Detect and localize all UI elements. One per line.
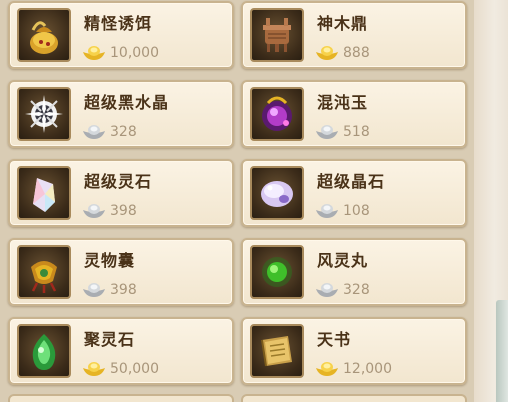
item-name: 灵物囊	[84, 251, 136, 270]
shop-item-card-partial[interactable]	[8, 394, 234, 402]
shop-item-card[interactable]: 超级晶石 108	[241, 159, 467, 227]
shop-item-card[interactable]: 神木鼎 888	[241, 1, 467, 69]
item-price: 398	[82, 280, 137, 300]
shop-item-card[interactable]: 超级灵石 398	[8, 159, 234, 227]
black-crystal-icon	[17, 87, 71, 141]
bait-pouch-icon	[17, 8, 71, 62]
wind-pill-icon	[250, 245, 304, 299]
item-price: 10,000	[82, 43, 159, 63]
item-name: 超级黑水晶	[84, 93, 170, 112]
item-name: 精怪诱饵	[84, 14, 153, 33]
spirit-bag-icon	[17, 245, 71, 299]
item-name: 神木鼎	[317, 14, 369, 33]
silver-ingot-icon	[315, 282, 339, 298]
bronze-cauldron-icon	[250, 8, 304, 62]
shop-item-card[interactable]: 超级黑水晶 328	[8, 80, 234, 148]
item-name: 风灵丸	[317, 251, 369, 270]
gold-ingot-icon	[82, 45, 106, 61]
item-price: 888	[315, 43, 370, 63]
item-price: 518	[315, 122, 370, 142]
shop-item-card[interactable]: 精怪诱饵 10,000	[8, 1, 234, 69]
shop-item-card[interactable]: 风灵丸 328	[241, 238, 467, 306]
gold-ingot-icon	[315, 45, 339, 61]
item-price: 12,000	[315, 359, 392, 379]
crystal-stone-icon	[250, 166, 304, 220]
item-name: 混沌玉	[317, 93, 369, 112]
shop-item-card[interactable]: 混沌玉 518	[241, 80, 467, 148]
item-name: 聚灵石	[84, 330, 136, 349]
item-name: 超级晶石	[317, 172, 386, 191]
silver-ingot-icon	[82, 282, 106, 298]
shop-item-card-partial[interactable]	[241, 394, 467, 402]
silver-ingot-icon	[82, 124, 106, 140]
item-price: 328	[315, 280, 370, 300]
silver-ingot-icon	[315, 203, 339, 219]
shop-item-card[interactable]: 灵物囊 398	[8, 238, 234, 306]
silver-ingot-icon	[315, 124, 339, 140]
item-price: 108	[315, 201, 370, 221]
gold-ingot-icon	[82, 361, 106, 377]
scrollbar[interactable]	[496, 300, 508, 402]
item-price: 328	[82, 122, 137, 142]
item-price: 50,000	[82, 359, 159, 379]
gathering-stone-icon	[17, 324, 71, 378]
item-name: 超级灵石	[84, 172, 153, 191]
chaos-jade-icon	[250, 87, 304, 141]
heavenly-book-icon	[250, 324, 304, 378]
silver-ingot-icon	[82, 203, 106, 219]
spirit-stone-icon	[17, 166, 71, 220]
shop-item-card[interactable]: 天书 12,000	[241, 317, 467, 385]
item-name: 天书	[317, 330, 352, 349]
shop-item-card[interactable]: 聚灵石 50,000	[8, 317, 234, 385]
item-price: 398	[82, 201, 137, 221]
gold-ingot-icon	[315, 361, 339, 377]
